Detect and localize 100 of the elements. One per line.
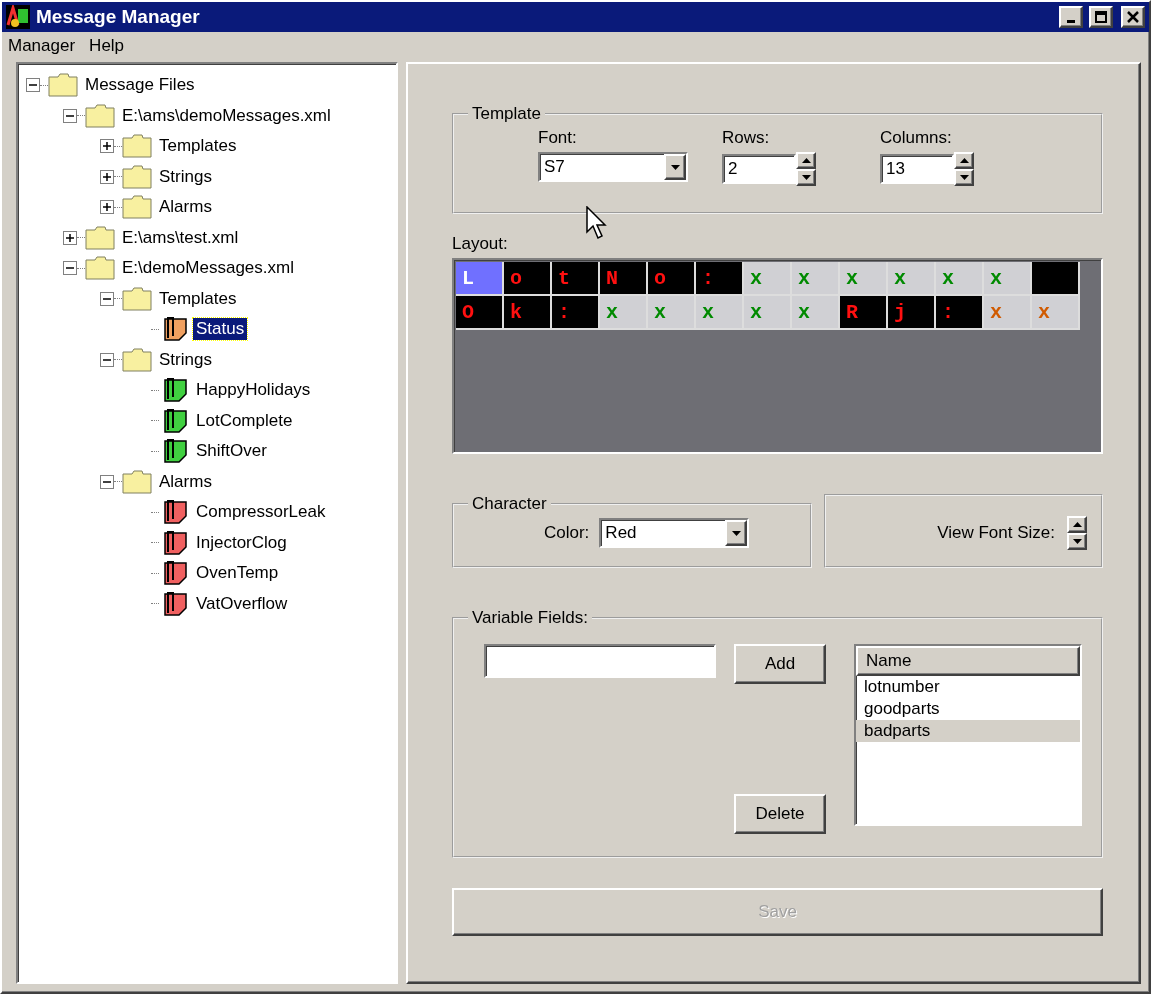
list-item[interactable]: goodparts — [856, 698, 1080, 720]
spin-down-button[interactable] — [954, 169, 974, 186]
spin-down-button[interactable] — [1067, 533, 1087, 550]
folder-icon — [85, 225, 115, 250]
expand-icon[interactable] — [100, 139, 114, 154]
maximize-button[interactable] — [1089, 6, 1113, 28]
cell-character: x — [942, 266, 954, 290]
layout-cell[interactable]: R — [840, 296, 888, 330]
cell-character: : — [942, 300, 954, 324]
layout-cell[interactable]: : — [552, 296, 600, 330]
layout-cell[interactable]: : — [696, 262, 744, 296]
group-title: Template — [471, 104, 542, 124]
maximize-icon — [1095, 11, 1107, 23]
expand-icon[interactable] — [100, 169, 114, 184]
spin-up-button[interactable] — [954, 152, 974, 169]
list-item[interactable]: badparts — [856, 720, 1080, 742]
app-logo-icon — [6, 5, 30, 29]
field-label: Color: — [544, 523, 590, 543]
cell-character: o — [510, 266, 522, 290]
field-label: Columns: — [880, 128, 953, 148]
tree-item[interactable]: InjectorClog — [193, 531, 290, 554]
up-arrow-icon — [959, 158, 969, 163]
down-arrow-icon — [959, 175, 969, 180]
layout-cell[interactable] — [1032, 262, 1080, 296]
layout-cell[interactable]: O — [456, 296, 504, 330]
layout-cell[interactable]: L — [456, 262, 504, 296]
dropdown-button[interactable] — [725, 520, 748, 546]
layout-cell[interactable]: : — [936, 296, 984, 330]
collapse-icon[interactable] — [100, 474, 114, 489]
field-label: Font: — [538, 128, 578, 148]
cell-character: N — [606, 266, 618, 290]
layout-cell[interactable]: t — [552, 262, 600, 296]
layout-cell[interactable]: o — [648, 262, 696, 296]
folder-icon — [85, 256, 115, 281]
layout-cell[interactable]: k — [504, 296, 552, 330]
collapse-icon[interactable] — [100, 291, 114, 306]
tree-item[interactable]: Alarms — [156, 470, 215, 493]
tree-item[interactable]: Strings — [156, 348, 215, 371]
collapse-icon[interactable] — [26, 78, 40, 93]
expand-icon[interactable] — [63, 230, 77, 245]
cell-character: o — [654, 266, 666, 290]
close-button[interactable] — [1121, 6, 1145, 28]
down-arrow-icon — [801, 175, 811, 180]
mouse-pointer-icon — [586, 206, 610, 240]
rows-spinbox[interactable]: 2 — [722, 154, 796, 184]
cell-character: x — [990, 266, 1002, 290]
tree-item[interactable]: ShiftOver — [193, 440, 270, 463]
list-item[interactable]: lotnumber — [856, 676, 1080, 698]
cell-character: x — [798, 300, 810, 324]
spin-up-button[interactable] — [796, 152, 816, 169]
group-title: Variable Fields: — [471, 608, 589, 628]
tree-item[interactable]: VatOverflow — [193, 592, 291, 615]
layout-cell[interactable]: j — [888, 296, 936, 330]
collapse-icon[interactable] — [63, 108, 77, 123]
cell-character: R — [846, 300, 858, 324]
tree-item[interactable]: LotComplete — [193, 409, 296, 432]
tree-item[interactable]: E:\ams\test.xml — [119, 226, 242, 249]
menu-item[interactable]: Manager — [8, 36, 76, 58]
tree-item[interactable]: E:\ams\demoMessages.xml — [119, 104, 334, 127]
field-label: View Font Size: — [937, 523, 1055, 543]
collapse-icon[interactable] — [63, 261, 77, 276]
minimize-icon — [1067, 19, 1075, 23]
layout-cell[interactable]: N — [600, 262, 648, 296]
column-header[interactable]: Name — [856, 646, 1080, 676]
tree-item[interactable]: Status — [193, 318, 248, 341]
tree-item[interactable]: CompressorLeak — [193, 501, 329, 524]
group-title: Character — [471, 494, 548, 514]
spin-down-button[interactable] — [796, 169, 816, 186]
folder-icon — [48, 73, 78, 98]
minimize-button[interactable] — [1059, 6, 1083, 28]
down-arrow-icon — [670, 164, 680, 170]
cell-character: x — [894, 266, 906, 290]
tree-item[interactable]: HappyHolidays — [193, 379, 314, 402]
color-dropdown[interactable]: Red — [599, 518, 750, 548]
tree-item[interactable]: Message Files — [82, 74, 198, 97]
collapse-icon[interactable] — [100, 352, 114, 367]
menu-item[interactable]: Help — [89, 36, 125, 58]
tree-item[interactable]: E:\demoMessages.xml — [119, 257, 297, 280]
field-label: Layout: — [452, 234, 509, 254]
layout-cell[interactable]: o — [504, 262, 552, 296]
folder-icon — [122, 164, 152, 189]
cell-character: x — [846, 266, 858, 290]
variable-name-input[interactable] — [484, 644, 716, 678]
cell-character: x — [1038, 300, 1050, 324]
tree-item[interactable]: Strings — [156, 165, 215, 188]
spin-up-button[interactable] — [1067, 516, 1087, 533]
tree-item[interactable]: Alarms — [156, 196, 215, 219]
expand-icon[interactable] — [100, 200, 114, 215]
add-button[interactable]: Add — [734, 644, 826, 684]
cell-character: : — [558, 300, 570, 324]
delete-button[interactable]: Delete — [734, 794, 826, 834]
folder-icon — [122, 195, 152, 220]
columns-spinbox[interactable]: 13 — [880, 154, 954, 184]
tree-item[interactable]: Templates — [156, 287, 240, 310]
window-title: Message Manager — [36, 6, 201, 28]
field-label: Rows: — [722, 128, 771, 148]
tree-item[interactable]: OvenTemp — [193, 562, 282, 585]
font-dropdown[interactable]: S7 — [538, 152, 688, 182]
tree-item[interactable]: Templates — [156, 135, 240, 158]
dropdown-button[interactable] — [664, 154, 686, 180]
